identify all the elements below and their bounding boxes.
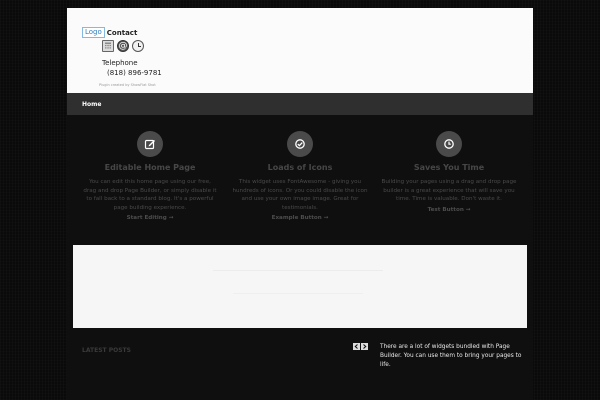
next-post-button[interactable] [361,343,368,350]
feature-title: Saves You Time [413,163,485,172]
feature-loads-of-icons: Loads of Icons This widget uses FontAwes… [228,131,372,221]
banner-panel [73,245,527,328]
plugin-credit[interactable]: Plugin created by ShowFlat Shot [99,83,156,87]
test-button-link[interactable]: Test Button → [377,207,521,213]
site-header: Logo Contact @ Telephone (818) 896-9781 … [67,8,533,93]
example-button-link[interactable]: Example Button → [228,215,372,221]
telephone-label: Telephone [102,59,138,67]
at-sign-icon: @ [117,40,129,52]
banner-faint-heading [213,270,383,271]
clock-icon [132,40,144,52]
header-icon-row: @ [102,40,144,52]
feature-text: You can edit this home page using our fr… [83,179,217,211]
latest-posts-heading: LATEST POSTS [82,347,131,354]
feature-title: Editable Home Page [104,163,196,172]
check-circle-icon [287,131,313,157]
feature-text: Building your pages using a drag and dro… [381,179,517,203]
calculator-icon [102,40,114,52]
feature-saves-you-time: Saves You Time Building your pages using… [377,131,521,213]
edit-icon [137,131,163,157]
site-logo[interactable]: Logo [82,27,105,38]
telephone-number: (818) 896-9781 [107,69,162,77]
feature-editable-home-page: Editable Home Page You can edit this hom… [78,131,222,221]
feature-title: Loads of Icons [267,163,333,172]
prev-post-button[interactable] [353,343,360,350]
widgets-description: There are a lot of widgets bundled with … [380,344,522,369]
clock-icon [436,131,462,157]
start-editing-link[interactable]: Start Editing → [78,215,222,221]
banner-faint-text [233,293,363,294]
main-nav: Home [67,93,533,115]
feature-text: This widget uses FontAwesome - giving yo… [232,179,368,211]
chevron-left-icon [354,344,358,349]
contact-title: Contact [106,28,138,37]
nav-item-home[interactable]: Home [82,101,101,108]
logo-row: Logo Contact [82,27,137,38]
chevron-right-icon [363,344,367,349]
